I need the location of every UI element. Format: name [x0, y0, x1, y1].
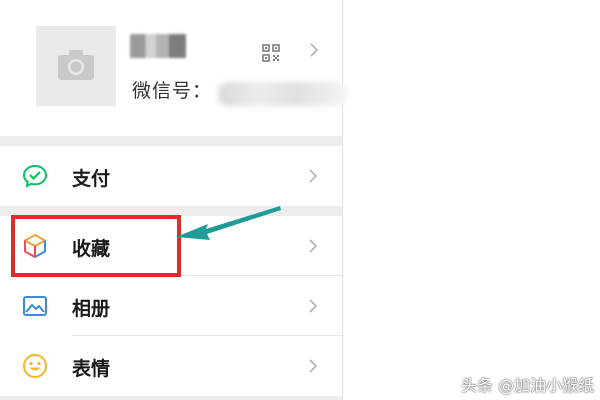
wechat-id-redacted	[218, 82, 348, 106]
album-icon	[23, 296, 47, 316]
chevron-right-icon	[308, 299, 318, 313]
chevron-right-icon	[308, 169, 318, 183]
wechat-pay-icon	[22, 164, 48, 188]
qr-code-icon[interactable]	[262, 44, 280, 62]
emoji-icon	[23, 354, 47, 378]
wechat-id-label: 微信号：	[132, 80, 213, 102]
menu-item-label: 支付	[72, 168, 111, 190]
avatar[interactable]	[36, 26, 116, 106]
chevron-right-icon	[308, 239, 318, 253]
nickname-redacted	[130, 34, 186, 58]
menu-item-label: 相册	[72, 298, 111, 320]
watermark: 头条 @加油小猴纸	[461, 376, 595, 395]
chevron-right-icon	[308, 359, 318, 373]
highlight-box	[11, 215, 181, 277]
menu-item-album[interactable]: 相册	[0, 276, 342, 336]
annotation-arrow-icon	[176, 206, 281, 240]
chevron-right-icon	[309, 43, 319, 57]
menu-item-pay[interactable]: 支付	[0, 146, 342, 206]
menu-item-emoji[interactable]: 表情	[0, 336, 342, 396]
menu-item-label: 表情	[72, 358, 111, 380]
camera-icon	[58, 50, 94, 80]
profile-header[interactable]: 微信号：	[0, 0, 348, 136]
